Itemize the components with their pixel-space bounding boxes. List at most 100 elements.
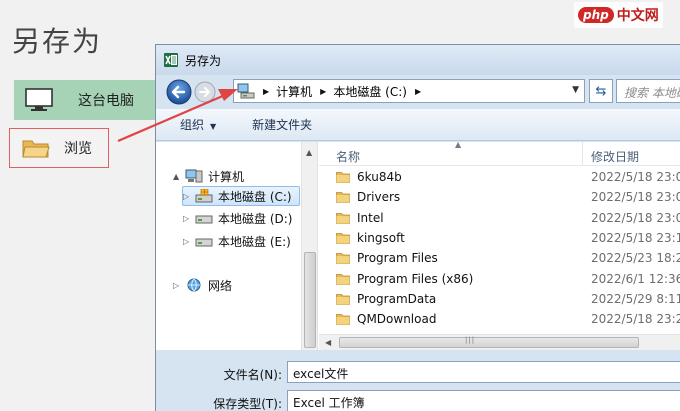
column-name-header[interactable]: 名称 <box>336 148 360 165</box>
back-arrow-icon[interactable] <box>166 79 192 105</box>
nav-item-network[interactable]: ▷ 网络 <box>173 275 232 295</box>
php-cn-logo: php 中文网 <box>574 2 663 28</box>
save-as-dialog: 另存为 ▶ 计算机 ▶ 本地磁盘 (C:) ▶ ▼ ⇆ 搜索 本地 组织 ▼ 新… <box>155 44 680 411</box>
column-header: 名称 ▲ 修改日期 <box>319 140 680 166</box>
file-name: kingsoft <box>357 230 405 245</box>
search-input[interactable]: 搜索 本地磁盘 <box>616 79 680 103</box>
new-folder-button[interactable]: 新建文件夹 <box>252 116 312 133</box>
dialog-titlebar[interactable]: 另存为 <box>156 45 680 75</box>
refresh-icon: ⇆ <box>595 83 607 99</box>
file-date: 2022/6/1 12:36 <box>591 271 680 286</box>
breadcrumb-separator-icon[interactable]: ▶ <box>415 87 421 96</box>
file-name: QMDownload <box>357 312 437 327</box>
file-name: Program Files <box>357 251 438 266</box>
nav-item-computer[interactable]: ▲ 计算机 <box>173 166 244 186</box>
folder-icon <box>336 212 350 224</box>
nav-item-drive-e[interactable]: ▷ 本地磁盘 (E:) <box>183 231 291 251</box>
tree-expand-icon[interactable]: ▷ <box>173 281 183 290</box>
file-date: 2022/5/18 23:09 <box>591 170 680 184</box>
file-row[interactable]: ProgramData 2022/5/29 8:11 <box>319 289 680 309</box>
file-name: Program Files (x86) <box>357 271 474 286</box>
breadcrumb-computer[interactable]: 计算机 <box>276 83 312 100</box>
filename-row: 文件名(N): excel文件 <box>156 361 680 385</box>
file-date: 2022/5/18 23:08 <box>591 190 680 205</box>
drive-icon <box>195 238 213 247</box>
folder-icon <box>336 232 350 244</box>
nav-item-label: 计算机 <box>208 169 245 184</box>
this-pc-label: 这台电脑 <box>78 93 134 109</box>
filetype-row: 保存类型(T): Excel 工作簿 <box>156 390 680 411</box>
filetype-select[interactable]: Excel 工作簿 <box>287 390 680 411</box>
tree-expand-icon[interactable]: ▷ <box>183 192 193 201</box>
column-date-header[interactable]: 修改日期 <box>591 148 639 165</box>
file-row[interactable]: kingsoft 2022/5/18 23:11 <box>319 228 680 248</box>
system-drive-icon <box>195 189 213 203</box>
logo-cn-text: 中文网 <box>616 8 659 24</box>
browse-option[interactable]: 浏览 <box>9 128 109 168</box>
breadcrumb-separator-icon[interactable]: ▶ <box>263 87 269 96</box>
filetype-label: 保存类型(T): <box>213 397 282 411</box>
save-options: 文件名(N): excel文件 保存类型(T): Excel 工作簿 <box>156 351 680 411</box>
file-name: ProgramData <box>357 291 437 306</box>
open-folder-icon <box>22 140 50 158</box>
file-row[interactable]: 6ku84b 2022/5/18 23:09 <box>319 167 680 187</box>
chevron-down-icon: ▼ <box>210 122 217 131</box>
drive-icon <box>195 215 213 224</box>
nav-item-drive-c[interactable]: ▷ 本地磁盘 (C:) <box>182 186 300 206</box>
folder-icon <box>336 273 350 285</box>
scrollbar-thumb[interactable] <box>304 252 316 348</box>
logo-php-text: php <box>578 7 614 23</box>
scroll-up-icon[interactable]: ▲ <box>306 148 312 157</box>
refresh-button[interactable]: ⇆ <box>589 79 613 103</box>
folder-icon <box>336 172 350 183</box>
organize-button[interactable]: 组织 ▼ <box>180 116 216 133</box>
scroll-left-icon[interactable]: ◀ <box>325 338 331 347</box>
browser-panes: ▲ 计算机 ▷ 本地磁盘 (C:) ▷ 本地磁盘 (D:) ▷ 本地磁盘 (E:… <box>156 140 680 350</box>
file-date: 2022/5/23 18:24 <box>591 251 680 266</box>
computer-icon <box>185 169 203 183</box>
file-row[interactable]: Intel 2022/5/18 23:09 <box>319 208 680 228</box>
forward-arrow-icon[interactable] <box>194 81 216 103</box>
file-row[interactable]: Drivers 2022/5/18 23:08 <box>319 187 680 207</box>
tree-expand-icon[interactable]: ▷ <box>183 237 193 246</box>
file-date: 2022/5/29 8:11 <box>591 291 680 306</box>
organize-label: 组织 <box>180 118 205 132</box>
computer-icon <box>237 83 255 99</box>
history-dropdown-icon[interactable] <box>220 88 229 96</box>
dialog-title: 另存为 <box>185 53 222 68</box>
scrollbar-grip-icon: ||| <box>465 336 476 344</box>
file-row[interactable]: QMDownload 2022/5/18 23:21 <box>319 309 680 329</box>
browse-label: 浏览 <box>64 141 92 157</box>
column-divider[interactable] <box>582 142 583 166</box>
filename-label: 文件名(N): <box>223 368 282 382</box>
address-bar[interactable]: ▶ 计算机 ▶ 本地磁盘 (C:) ▶ ▼ <box>233 79 585 103</box>
folder-icon <box>336 192 350 204</box>
folder-icon <box>336 314 350 325</box>
nav-pane-scrollbar[interactable]: ▲ <box>301 142 318 350</box>
file-row[interactable]: Program Files (x86) 2022/6/1 12:36 <box>319 269 680 289</box>
tree-collapse-icon[interactable]: ▲ <box>173 172 183 181</box>
breadcrumb-separator-icon[interactable]: ▶ <box>320 87 326 96</box>
file-name: Intel <box>357 210 384 225</box>
nav-item-label: 网络 <box>208 278 233 293</box>
this-pc-option[interactable]: 这台电脑 <box>14 80 170 120</box>
file-date: 2022/5/18 23:11 <box>591 230 680 245</box>
folder-icon <box>336 293 350 305</box>
navigation-pane: ▲ 计算机 ▷ 本地磁盘 (C:) ▷ 本地磁盘 (D:) ▷ 本地磁盘 (E:… <box>156 142 300 350</box>
nav-item-label: 本地磁盘 (D:) <box>218 211 293 226</box>
excel-icon <box>164 53 178 67</box>
file-name: 6ku84b <box>357 170 402 184</box>
network-icon <box>187 278 201 292</box>
address-dropdown-icon[interactable]: ▼ <box>572 85 579 95</box>
scrollbar-thumb[interactable] <box>339 337 639 348</box>
monitor-icon <box>25 88 53 111</box>
breadcrumb-drive-c[interactable]: 本地磁盘 (C:) <box>333 83 407 100</box>
horizontal-scrollbar[interactable]: ◀ ||| <box>319 334 680 350</box>
file-list: 名称 ▲ 修改日期 6ku84b 2022/5/18 23:09 Drivers 20… <box>319 140 680 350</box>
sort-up-icon: ▲ <box>455 140 462 149</box>
tree-expand-icon[interactable]: ▷ <box>183 214 193 223</box>
filename-input[interactable]: excel文件 <box>287 361 680 383</box>
file-row[interactable]: Program Files 2022/5/23 18:24 <box>319 248 680 268</box>
nav-item-drive-d[interactable]: ▷ 本地磁盘 (D:) <box>183 208 292 228</box>
file-name: Drivers <box>357 190 401 205</box>
